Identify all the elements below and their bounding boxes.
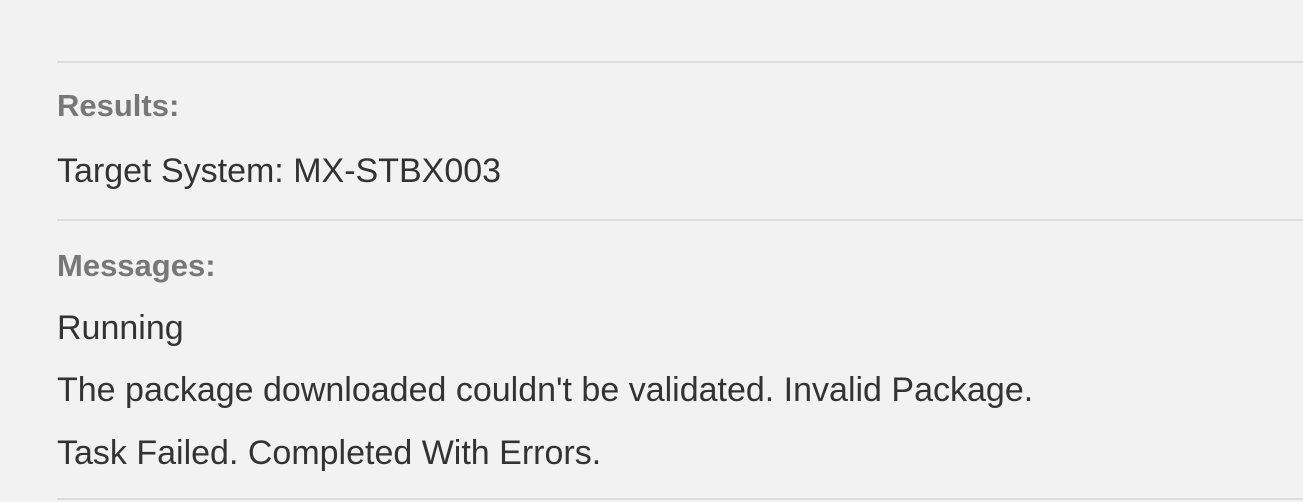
- message-line: The package downloaded couldn't be valid…: [57, 371, 1034, 409]
- message-line: Running: [57, 309, 184, 347]
- message-line: Task Failed. Completed With Errors.: [57, 434, 602, 472]
- target-system-text: Target System: MX-STBX003: [57, 152, 502, 190]
- divider-middle: [57, 219, 1303, 221]
- divider-bottom: [57, 498, 1303, 500]
- task-details-panel: Results: Target System: MX-STBX003 Messa…: [57, 0, 1303, 502]
- divider-top: [57, 61, 1303, 63]
- results-heading: Results:: [57, 88, 180, 123]
- messages-heading: Messages:: [57, 248, 216, 283]
